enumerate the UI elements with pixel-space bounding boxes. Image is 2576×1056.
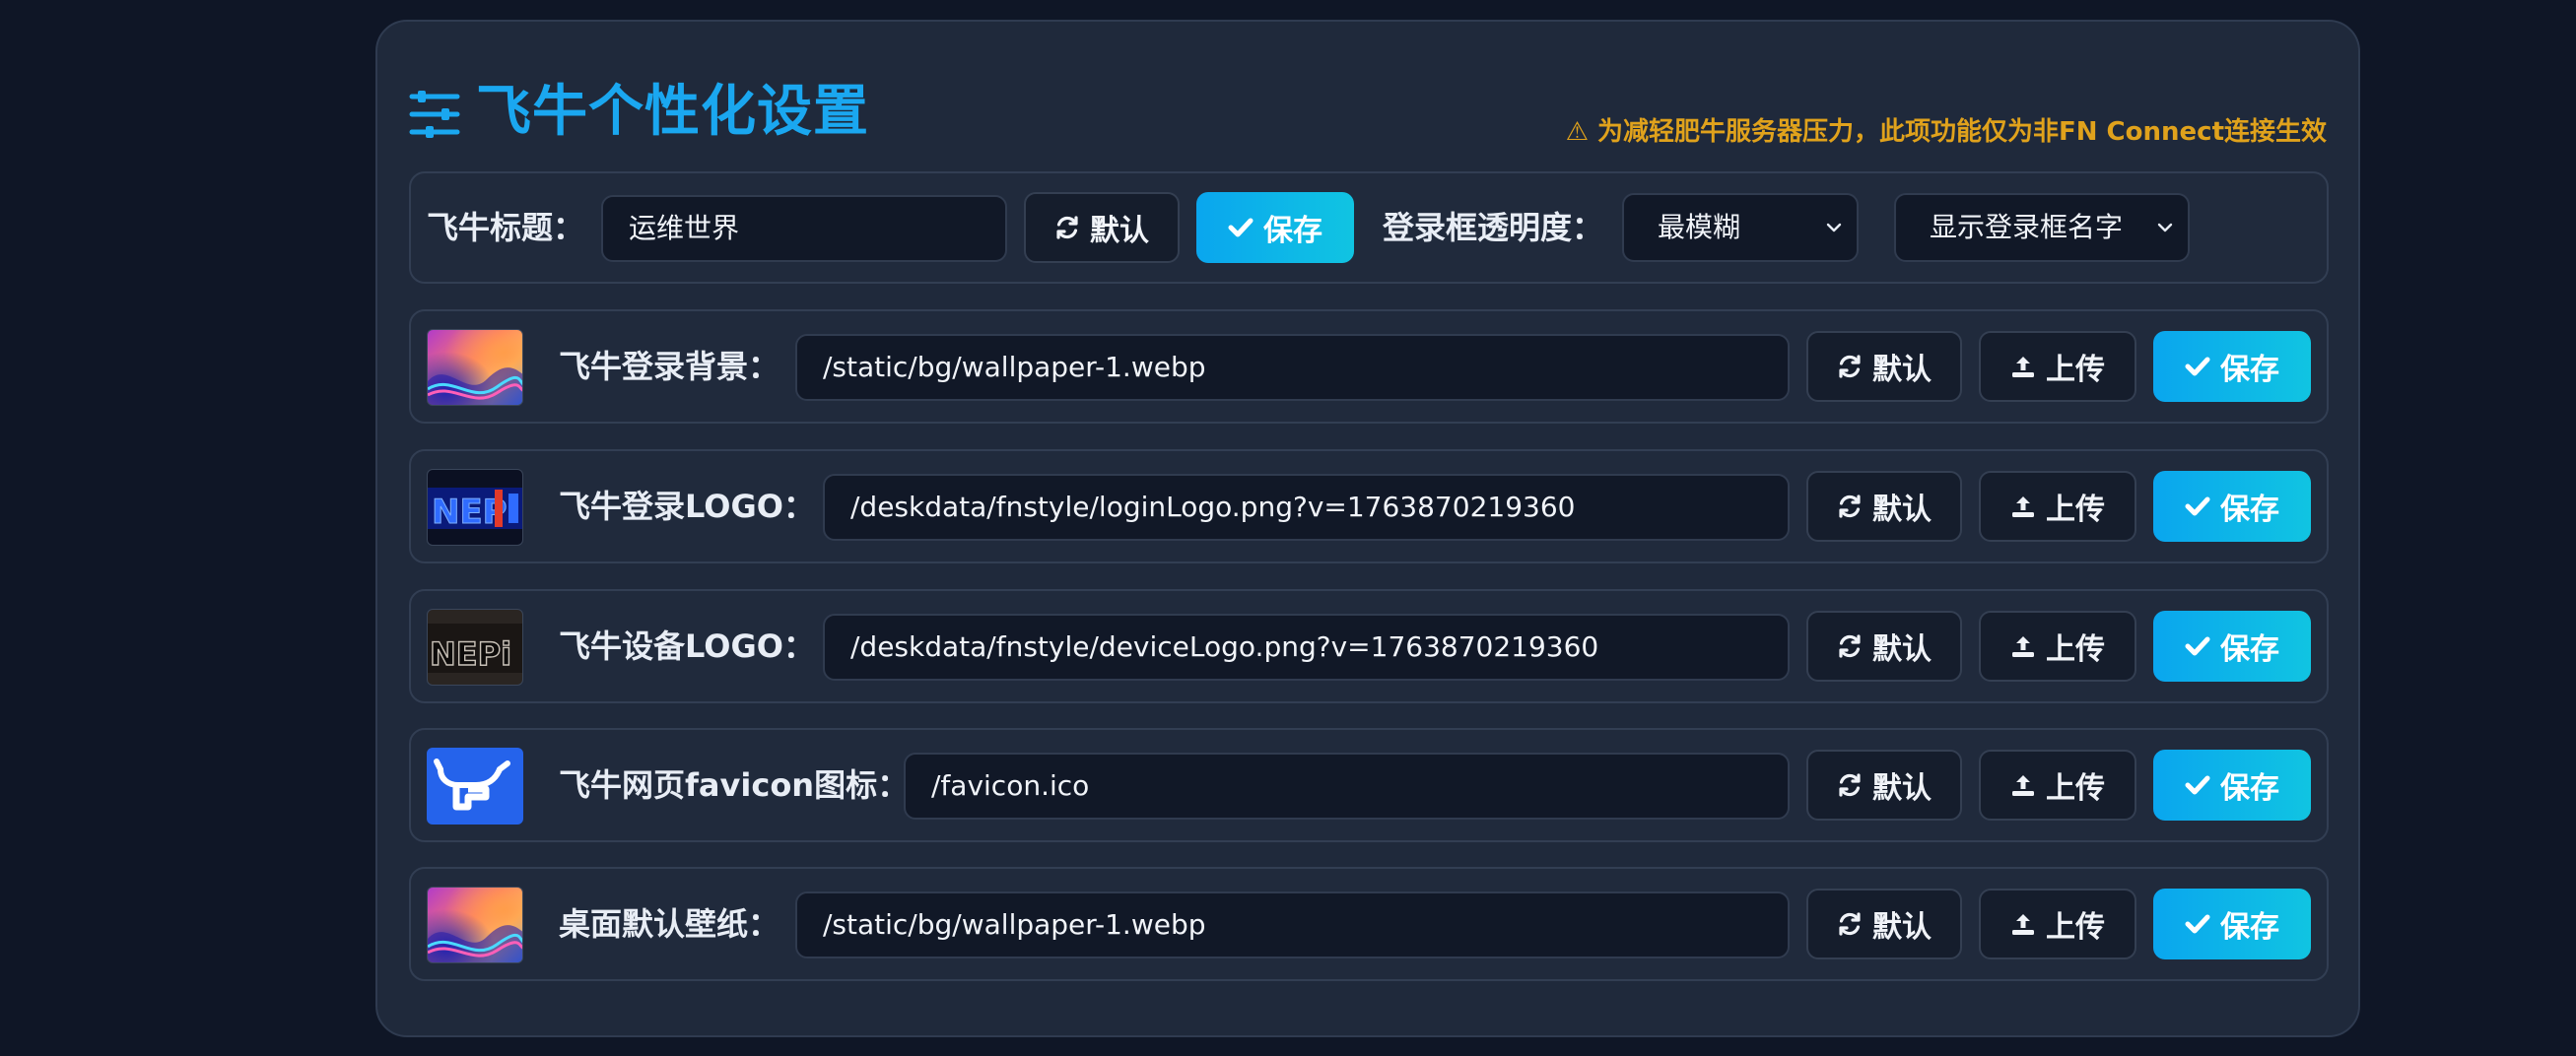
save-label: 保存 bbox=[2220, 353, 2279, 387]
upload-icon bbox=[2012, 914, 2034, 935]
default-label: 默认 bbox=[1872, 493, 1932, 527]
favicon-row: 飞牛网页favicon图标： /favicon.ico 默认 上传 保存 bbox=[409, 728, 2329, 842]
desktop-wallpaper-thumbnail bbox=[427, 887, 523, 963]
default-label: 默认 bbox=[1872, 910, 1932, 945]
upload-icon bbox=[2012, 636, 2034, 657]
save-label: 保存 bbox=[2220, 632, 2279, 667]
login-logo-input[interactable]: /deskdata/fnstyle/loginLogo.png?v=176387… bbox=[823, 474, 1790, 541]
chevron-down-icon bbox=[2157, 223, 2173, 232]
check-icon bbox=[2185, 636, 2210, 656]
opacity-select[interactable]: 最模糊 bbox=[1622, 193, 1859, 262]
refresh-icon bbox=[1839, 355, 1861, 378]
upload-label: 上传 bbox=[2046, 632, 2105, 667]
favicon-save-button[interactable]: 保存 bbox=[2153, 750, 2311, 821]
refresh-icon bbox=[1056, 216, 1078, 239]
refresh-icon bbox=[1839, 912, 1861, 936]
check-icon bbox=[1228, 218, 1254, 237]
login-background-row: 飞牛登录背景： /static/bg/wallpaper-1.webp 默认 上… bbox=[409, 309, 2329, 424]
upload-label: 上传 bbox=[2046, 771, 2105, 806]
save-label: 保存 bbox=[2220, 493, 2279, 527]
login-logo-label: 飞牛登录LOGO： bbox=[559, 488, 815, 525]
login-background-save-button[interactable]: 保存 bbox=[2153, 331, 2311, 402]
refresh-icon bbox=[1839, 495, 1861, 518]
favicon-upload-button[interactable]: 上传 bbox=[1979, 750, 2136, 821]
favicon-thumbnail bbox=[427, 748, 523, 825]
bull-logo-icon bbox=[434, 759, 510, 811]
device-logo-default-button[interactable]: 默认 bbox=[1806, 611, 1962, 682]
favicon-input[interactable]: /favicon.ico bbox=[904, 753, 1790, 820]
desktop-wallpaper-default-button[interactable]: 默认 bbox=[1806, 889, 1962, 959]
upload-icon bbox=[2012, 357, 2034, 377]
page-title: 飞牛个性化设置 bbox=[476, 80, 869, 144]
upload-label: 上传 bbox=[2046, 353, 2105, 387]
save-label: 保存 bbox=[2220, 910, 2279, 945]
check-icon bbox=[2185, 914, 2210, 934]
login-background-default-button[interactable]: 默认 bbox=[1806, 331, 1962, 402]
default-label: 默认 bbox=[1872, 632, 1932, 667]
device-logo-input[interactable]: /deskdata/fnstyle/deviceLogo.png?v=17638… bbox=[823, 614, 1790, 681]
login-background-upload-button[interactable]: 上传 bbox=[1979, 331, 2136, 402]
login-background-input[interactable]: /static/bg/wallpaper-1.webp bbox=[795, 334, 1790, 401]
upload-icon bbox=[2012, 775, 2034, 796]
favicon-label: 飞牛网页favicon图标： bbox=[559, 766, 910, 804]
login-background-label: 飞牛登录背景： bbox=[559, 348, 780, 385]
check-icon bbox=[2185, 496, 2210, 516]
default-label: 默认 bbox=[1872, 353, 1932, 387]
refresh-icon bbox=[1839, 634, 1861, 658]
name-display-select-value: 显示登录框名字 bbox=[1930, 211, 2124, 243]
save-label: 保存 bbox=[2220, 771, 2279, 806]
upload-icon bbox=[2012, 496, 2034, 517]
upload-label: 上传 bbox=[2046, 910, 2105, 945]
warning-notice: ⚠ 为减轻肥牛服务器压力，此项功能仅为非FN Connect连接生效 bbox=[1565, 117, 2327, 147]
check-icon bbox=[2185, 775, 2210, 795]
settings-panel: 飞牛个性化设置 ⚠ 为减轻肥牛服务器压力，此项功能仅为非FN Connect连接… bbox=[375, 20, 2360, 1037]
desktop-wallpaper-label: 桌面默认壁纸： bbox=[559, 905, 780, 943]
device-logo-row: NEPi 飞牛设备LOGO： /deskdata/fnstyle/deviceL… bbox=[409, 589, 2329, 703]
login-logo-upload-button[interactable]: 上传 bbox=[1979, 471, 2136, 542]
name-display-select[interactable]: 显示登录框名字 bbox=[1894, 193, 2190, 262]
title-input[interactable]: 运维世界 bbox=[601, 195, 1007, 262]
login-logo-save-button[interactable]: 保存 bbox=[2153, 471, 2311, 542]
title-settings-row: 飞牛标题： 运维世界 默认 保存 登录框透明度： 最模糊 显示登录框名字 bbox=[409, 171, 2329, 284]
header: 飞牛个性化设置 ⚠ 为减轻肥牛服务器压力，此项功能仅为非FN Connect连接… bbox=[409, 65, 2327, 147]
login-logo-row: NEP 飞牛登录LOGO： /deskdata/fnstyle/loginLog… bbox=[409, 449, 2329, 563]
desktop-wallpaper-save-button[interactable]: 保存 bbox=[2153, 889, 2311, 959]
title-default-button[interactable]: 默认 bbox=[1024, 192, 1180, 263]
login-background-thumbnail bbox=[427, 329, 523, 406]
login-logo-default-button[interactable]: 默认 bbox=[1806, 471, 1962, 542]
upload-label: 上传 bbox=[2046, 493, 2105, 527]
refresh-icon bbox=[1839, 773, 1861, 797]
title-label: 飞牛标题： bbox=[427, 209, 585, 246]
sliders-icon bbox=[409, 91, 460, 138]
device-logo-upload-button[interactable]: 上传 bbox=[1979, 611, 2136, 682]
favicon-default-button[interactable]: 默认 bbox=[1806, 750, 1962, 821]
svg-text:NEPi: NEPi bbox=[430, 635, 511, 673]
opacity-label: 登录框透明度： bbox=[1383, 209, 1604, 246]
device-logo-thumbnail: NEPi bbox=[427, 609, 523, 686]
opacity-select-value: 最模糊 bbox=[1658, 211, 1741, 243]
check-icon bbox=[2185, 357, 2210, 376]
title-save-button[interactable]: 保存 bbox=[1196, 192, 1354, 263]
desktop-wallpaper-row: 桌面默认壁纸： /static/bg/wallpaper-1.webp 默认 上… bbox=[409, 867, 2329, 981]
desktop-wallpaper-input[interactable]: /static/bg/wallpaper-1.webp bbox=[795, 891, 1790, 958]
device-logo-save-button[interactable]: 保存 bbox=[2153, 611, 2311, 682]
chevron-down-icon bbox=[1826, 223, 1842, 232]
desktop-wallpaper-upload-button[interactable]: 上传 bbox=[1979, 889, 2136, 959]
title-default-label: 默认 bbox=[1090, 214, 1149, 248]
title-save-label: 保存 bbox=[1263, 214, 1322, 248]
default-label: 默认 bbox=[1872, 771, 1932, 806]
device-logo-label: 飞牛设备LOGO： bbox=[559, 627, 815, 665]
login-logo-thumbnail: NEP bbox=[427, 469, 523, 546]
